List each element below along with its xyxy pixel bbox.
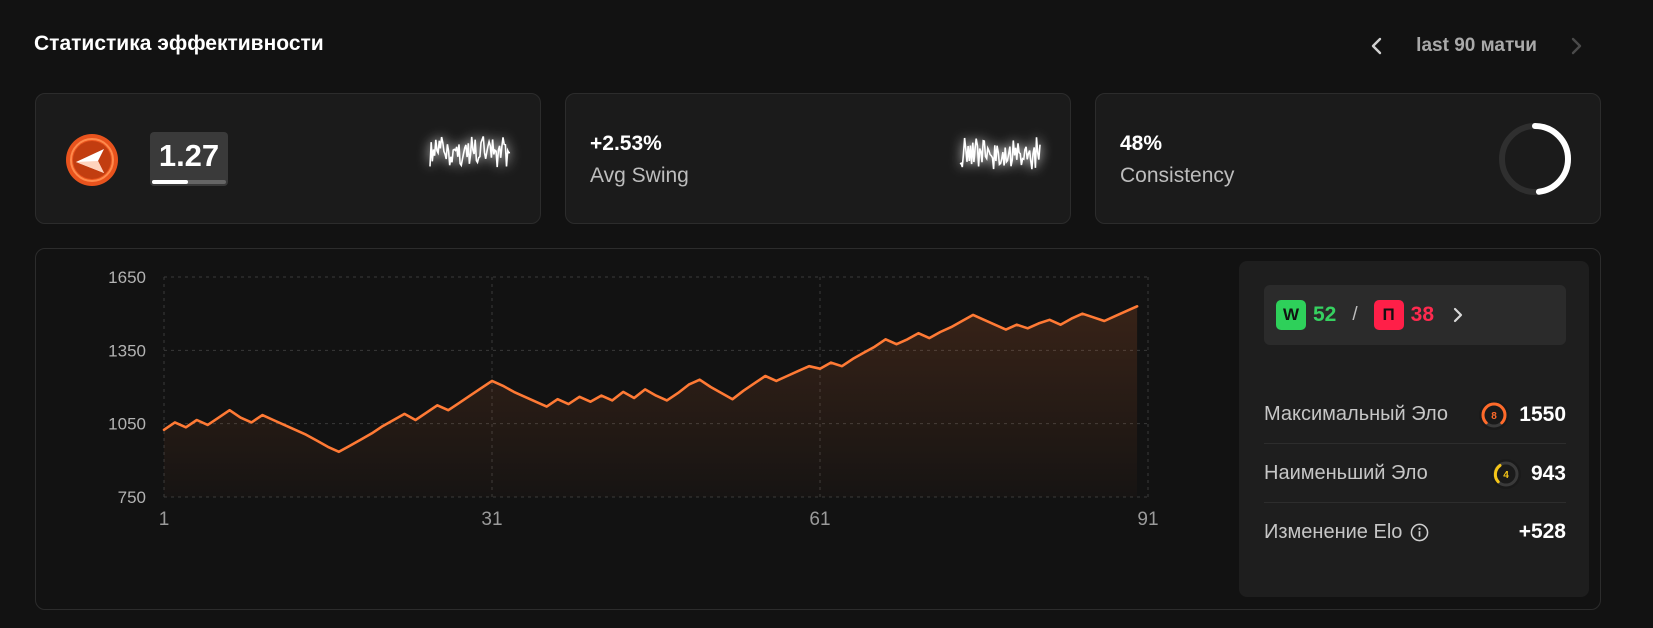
elo-change-label: Изменение Elo (1264, 520, 1403, 543)
sparkline-path (429, 136, 511, 168)
rating-value: 1.27 (158, 138, 220, 173)
svg-text:8: 8 (1492, 411, 1498, 422)
y-tick-label: 1350 (108, 341, 146, 360)
x-tick-label: 61 (809, 509, 830, 530)
consistency-card: 48% Consistency (1095, 93, 1601, 224)
y-tick-label: 750 (118, 488, 146, 507)
consistency-value: 48% (1120, 132, 1163, 155)
match-range-pager: last 90 матчи (1360, 30, 1593, 62)
header: Статистика эффективности last 90 матчи (34, 30, 1593, 62)
win-loss-button[interactable]: W 52 / П 38 (1264, 285, 1566, 345)
swing-card: +2.53% Avg Swing (565, 93, 1071, 224)
y-tick-label: 1650 (108, 268, 146, 287)
rating-bar (152, 180, 226, 184)
next-range-button[interactable] (1561, 30, 1593, 62)
level-4-icon: 4 (1490, 458, 1521, 489)
win-badge: W (1276, 300, 1306, 330)
swing-label: Avg Swing (590, 164, 689, 187)
x-tick-label: 31 (481, 509, 502, 530)
consistency-label: Consistency (1120, 164, 1235, 187)
rating-logo-icon (66, 134, 118, 186)
svg-text:4: 4 (1503, 470, 1509, 481)
swing-sparkline (958, 130, 1042, 176)
sparkline-chart (959, 137, 1041, 170)
chevron-right-icon (1571, 37, 1582, 55)
wins-count: 52 (1313, 303, 1337, 326)
elo-line-chart: 750 1050 1350 1650 1 31 61 91 (108, 268, 1158, 530)
sparkline-chart (429, 136, 511, 168)
rating-bar-fill (152, 180, 188, 184)
losses-count: 38 (1410, 303, 1434, 326)
rating-sparkline (428, 130, 512, 176)
info-icon[interactable] (1410, 523, 1429, 542)
min-elo-label: Наименьший Эло (1264, 462, 1428, 484)
chevron-right-icon (1453, 307, 1463, 323)
elo-change-label-wrap: Изменение Elo (1264, 521, 1519, 544)
elo-summary-panel: W 52 / П 38 Максимальный Эло 8 1550 Наим… (1239, 261, 1589, 597)
level-8-icon: 8 (1479, 399, 1510, 430)
max-elo-label: Максимальный Эло (1264, 403, 1448, 425)
prev-range-button[interactable] (1360, 30, 1392, 62)
rating-card: 1.27 (35, 93, 541, 224)
x-tick-label: 1 (159, 509, 170, 530)
chevron-left-icon (1371, 37, 1382, 55)
elo-change-value: +528 (1518, 520, 1566, 543)
elo-area-fill (164, 306, 1138, 497)
page-title: Статистика эффективности (34, 32, 324, 55)
range-label: last 90 матчи (1416, 35, 1537, 56)
elo-change-row: Изменение Elo +528 (1264, 503, 1566, 561)
min-elo-value: 943 (1530, 461, 1566, 485)
consistency-ring (1499, 123, 1571, 195)
max-elo-row: Максимальный Эло 8 1550 (1264, 386, 1566, 444)
rating-box: 1.27 (150, 132, 228, 186)
x-tick-label: 91 (1137, 509, 1158, 530)
wl-separator: / (1352, 304, 1358, 325)
min-elo-row: Наименьший Эло 4 943 (1264, 445, 1566, 503)
sparkline-path (959, 137, 1041, 170)
max-elo-value: 1550 (1519, 402, 1566, 426)
y-tick-label: 1050 (108, 415, 146, 434)
loss-badge: П (1373, 300, 1404, 330)
swing-value: +2.53% (590, 132, 662, 155)
